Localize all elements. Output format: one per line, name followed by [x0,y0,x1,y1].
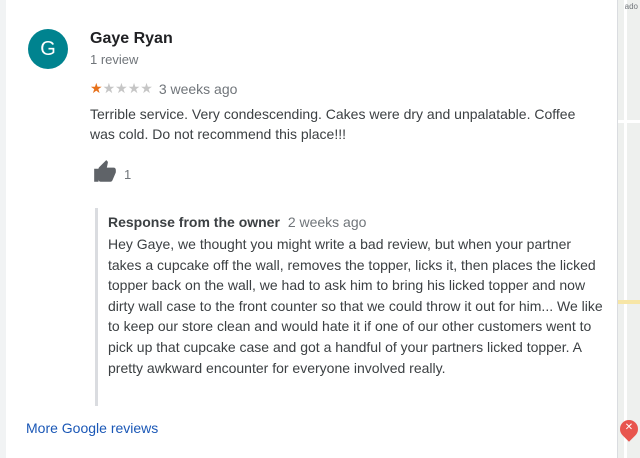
map-road [618,120,640,123]
avatar[interactable]: G [28,29,68,69]
owner-response-title: Response from the owner [108,214,280,230]
map-label: ado [624,2,638,11]
reviewer-review-count: 1 review [90,52,139,67]
star-empty-icon: ★ [115,81,128,97]
owner-response-time: 2 weeks ago [287,214,367,230]
map-road [618,300,640,304]
map-background-strip[interactable]: ado [617,0,640,458]
more-google-reviews-link[interactable]: More Google reviews [26,420,158,436]
star-empty-icon: ★ [127,81,141,97]
star-empty-icon: ★ [102,81,116,97]
panel-left-edge [0,0,6,458]
star-empty-icon: ★ [140,81,153,97]
reviewer-name[interactable]: Gaye Ryan [90,30,173,48]
owner-response-text: Hey Gaye, we thought you might write a b… [108,236,603,376]
review-time: 3 weeks ago [158,81,238,97]
fork-knife-icon: ✕ [624,422,634,433]
star-rating: ★ ★ ★ ★ ★ [90,81,153,97]
like-row: 1 [92,158,131,186]
rating-row: ★ ★ ★ ★ ★ 3 weeks ago [90,80,237,98]
star-filled-icon: ★ [90,81,103,97]
map-road [624,0,627,458]
owner-response: Response from the owner 2 weeks ago Hey … [95,208,605,406]
thumbs-up-icon[interactable] [92,159,118,185]
review-text: Terrible service. Very condescending. Ca… [90,106,576,142]
owner-response-header: Response from the owner 2 weeks ago [108,212,605,232]
like-count: 1 [124,166,132,182]
